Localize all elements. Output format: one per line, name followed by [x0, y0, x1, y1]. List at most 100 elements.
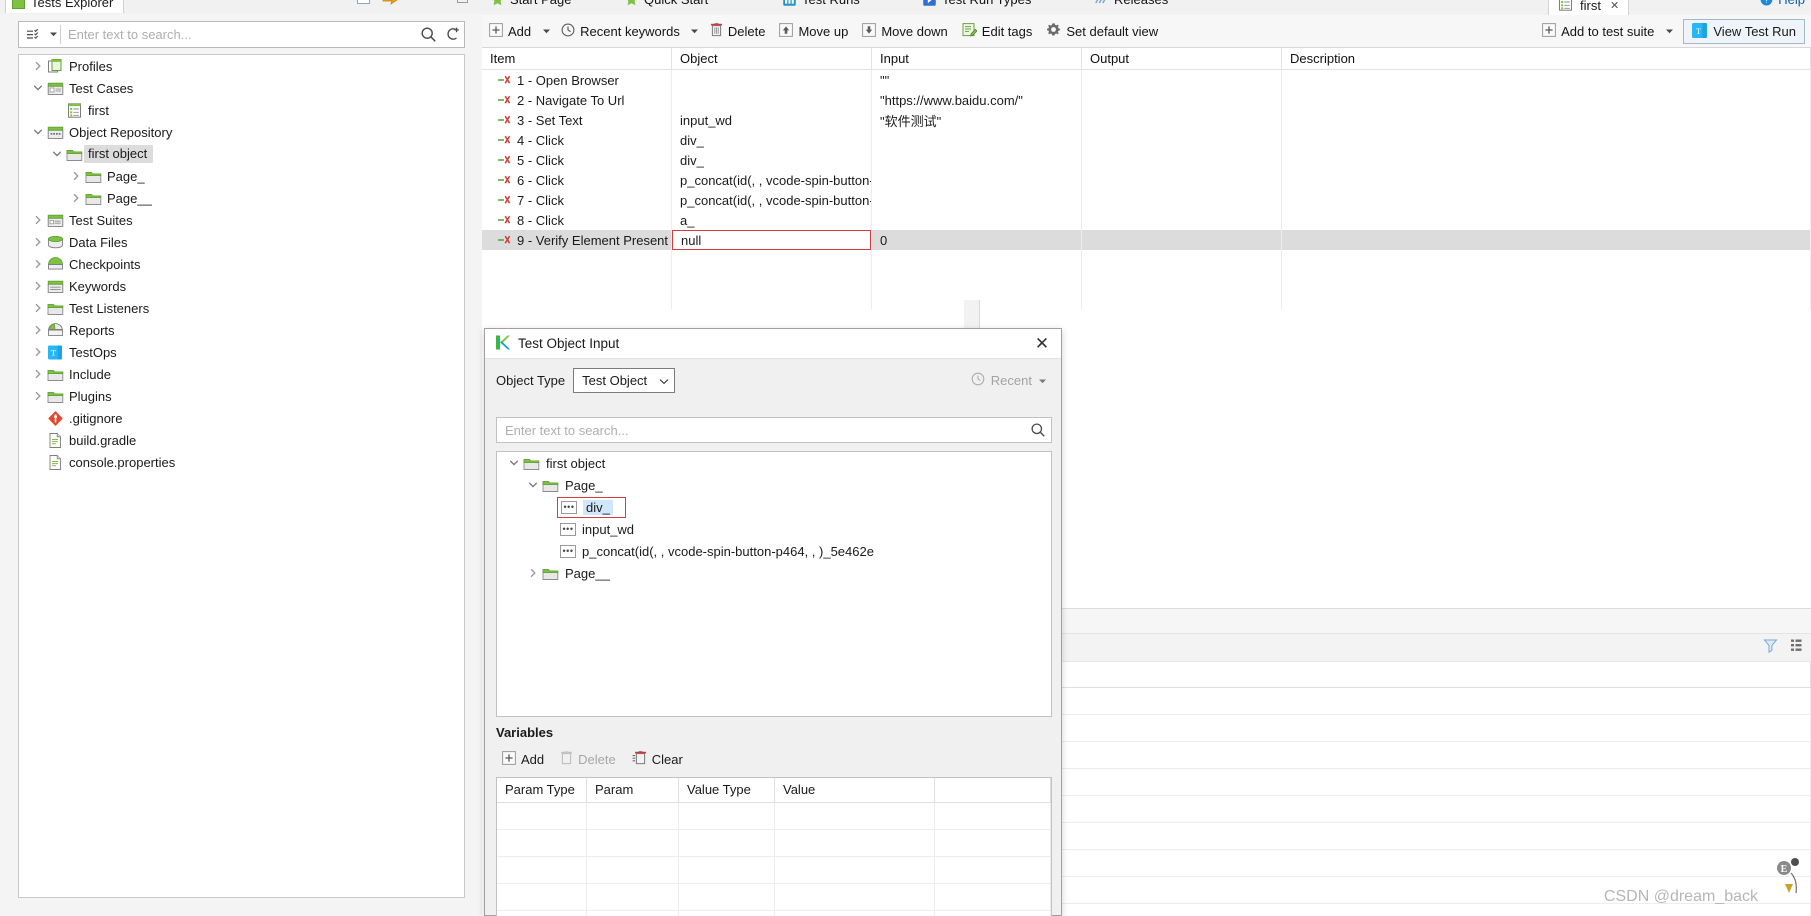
step-input-cell[interactable]: [872, 210, 1082, 230]
step-description-cell[interactable]: [1282, 70, 1811, 90]
step-item-cell[interactable]: 7 - Click: [482, 190, 672, 210]
step-input-cell[interactable]: [872, 170, 1082, 190]
step-input-cell[interactable]: "": [872, 70, 1082, 90]
dialog-tree-item[interactable]: ••• input_wd: [497, 518, 1051, 540]
tree-item-data-files[interactable]: Data Files: [19, 231, 464, 253]
add-button[interactable]: Add: [482, 16, 538, 47]
tab-first[interactable]: first ✕: [1548, 0, 1630, 15]
test-step-row[interactable]: 3 - Set Text input_wd "软件测试": [482, 110, 1811, 130]
test-step-row[interactable]: 9 - Verify Element Present null 0: [482, 230, 1811, 250]
variables-table[interactable]: Param Type Param Value Type Value: [496, 777, 1052, 916]
step-input-cell[interactable]: [872, 150, 1082, 170]
dialog-object-tree[interactable]: first object Page_ ••• div_ ••• input_wd ••• p_…: [496, 451, 1052, 717]
step-output-cell[interactable]: [1082, 90, 1282, 110]
test-step-row[interactable]: 1 - Open Browser "": [482, 70, 1811, 90]
tree-twisty[interactable]: [67, 165, 84, 187]
step-object-cell[interactable]: a_: [672, 210, 872, 230]
tree-twisty[interactable]: [29, 77, 46, 99]
collapse-all-icon[interactable]: [356, 0, 372, 6]
close-icon[interactable]: ✕: [1029, 331, 1055, 357]
variables-add-button[interactable]: Add: [494, 747, 552, 771]
test-step-row[interactable]: 7 - Click p_concat(id(, , vcode-spin-butt…: [482, 190, 1811, 210]
tree-item-reports[interactable]: Reports: [19, 319, 464, 341]
search-icon[interactable]: [1025, 422, 1051, 438]
step-object-cell[interactable]: [672, 90, 872, 110]
step-input-cell[interactable]: 0: [872, 230, 1082, 250]
tree-twisty[interactable]: [29, 121, 46, 143]
step-description-cell[interactable]: [1282, 210, 1811, 230]
step-item-cell[interactable]: 4 - Click: [482, 130, 672, 150]
recent-keywords-button[interactable]: Recent keywords: [554, 16, 687, 47]
tree-twisty[interactable]: [29, 363, 46, 385]
add-to-test-suite-dropdown-icon[interactable]: [1661, 16, 1677, 47]
step-item-cell[interactable]: 5 - Click: [482, 150, 672, 170]
tree-twisty[interactable]: [29, 297, 46, 319]
step-description-cell[interactable]: [1282, 230, 1811, 250]
tree-twisty[interactable]: [48, 143, 65, 165]
test-step-row[interactable]: 8 - Click a_: [482, 210, 1811, 230]
variables-column-header[interactable]: [935, 778, 1051, 802]
steps-column-header[interactable]: Object: [672, 48, 872, 70]
recent-keywords-dropdown-icon[interactable]: [687, 16, 703, 47]
move-up-button[interactable]: Move up: [772, 16, 855, 47]
tree-twisty[interactable]: [67, 187, 84, 209]
tree-twisty[interactable]: [29, 253, 46, 275]
step-output-cell[interactable]: [1082, 70, 1282, 90]
step-object-cell[interactable]: p_concat(id(, , vcode-spin-button-: [672, 190, 872, 210]
step-output-cell[interactable]: [1082, 150, 1282, 170]
tree-item-object-repository[interactable]: Object Repository: [19, 121, 464, 143]
tree-item-first[interactable]: first: [19, 99, 464, 121]
tree-item-profiles[interactable]: Profiles: [19, 55, 464, 77]
tab-test-runs[interactable]: Test Runs: [782, 0, 860, 7]
test-step-row[interactable]: 5 - Click div_: [482, 150, 1811, 170]
tree-item-keywords[interactable]: Keywords: [19, 275, 464, 297]
delete-button[interactable]: Delete: [703, 16, 773, 47]
tree-twisty[interactable]: [29, 319, 46, 341]
dialog-tree-item[interactable]: Page__: [497, 562, 1051, 584]
tree-item-build-gradle[interactable]: build.gradle: [19, 429, 464, 451]
step-input-cell[interactable]: "https://www.baidu.com/": [872, 90, 1082, 110]
variables-column-header[interactable]: Param: [587, 778, 679, 802]
filter-dropdown-icon[interactable]: [46, 22, 60, 47]
menu-icon[interactable]: [1790, 638, 1803, 656]
step-output-cell[interactable]: [1082, 210, 1282, 230]
tree-item-page[interactable]: Page__: [19, 187, 464, 209]
step-description-cell[interactable]: [1282, 110, 1811, 130]
tree-twisty[interactable]: [29, 385, 46, 407]
tree-twisty[interactable]: [524, 474, 541, 496]
step-object-cell[interactable]: [672, 70, 872, 90]
steps-column-header[interactable]: Item: [482, 48, 672, 70]
step-object-cell[interactable]: input_wd: [672, 110, 872, 130]
filter-icon[interactable]: [19, 22, 46, 47]
tree-twisty[interactable]: [29, 209, 46, 231]
view-test-run-button[interactable]: T View Test Run: [1683, 19, 1805, 44]
step-item-cell[interactable]: 1 - Open Browser: [482, 70, 672, 90]
step-output-cell[interactable]: [1082, 110, 1282, 130]
search-add-icon[interactable]: [440, 22, 464, 47]
step-input-cell[interactable]: [872, 190, 1082, 210]
tree-item-page[interactable]: Page_: [19, 165, 464, 187]
tree-item-test-suites[interactable]: Test Suites: [19, 209, 464, 231]
variables-clear-button[interactable]: Clear: [624, 747, 691, 771]
move-down-button[interactable]: Move down: [855, 16, 954, 47]
tree-twisty[interactable]: [505, 452, 522, 474]
object-type-select[interactable]: Test Object: [573, 367, 676, 393]
steps-column-header[interactable]: Input: [872, 48, 1082, 70]
step-object-cell[interactable]: div_: [672, 150, 872, 170]
close-icon[interactable]: ✕: [1610, 0, 1619, 12]
dialog-tree-item[interactable]: ••• p_concat(id(, , vcode-spin-button-p46…: [497, 540, 1051, 562]
tree-twisty[interactable]: [29, 231, 46, 253]
dialog-search-input[interactable]: [497, 418, 1025, 442]
step-item-cell[interactable]: 2 - Navigate To Url: [482, 90, 672, 110]
recent-button[interactable]: Recent: [971, 372, 1047, 389]
tree-item-testops[interactable]: T TestOps: [19, 341, 464, 363]
variables-column-header[interactable]: Value Type: [679, 778, 775, 802]
tab-tests-explorer[interactable]: Tests Explorer: [5, 0, 125, 13]
test-steps-body[interactable]: 1 - Open Browser "" 2 - Navigate To Url "ht…: [482, 70, 1811, 310]
step-object-cell[interactable]: div_: [672, 130, 872, 150]
panel-minimize-icon[interactable]: [456, 0, 470, 8]
tree-item-include[interactable]: Include: [19, 363, 464, 385]
help-link[interactable]: ? Help: [1760, 0, 1805, 7]
test-step-row[interactable]: 4 - Click div_: [482, 130, 1811, 150]
step-item-cell[interactable]: 3 - Set Text: [482, 110, 672, 130]
